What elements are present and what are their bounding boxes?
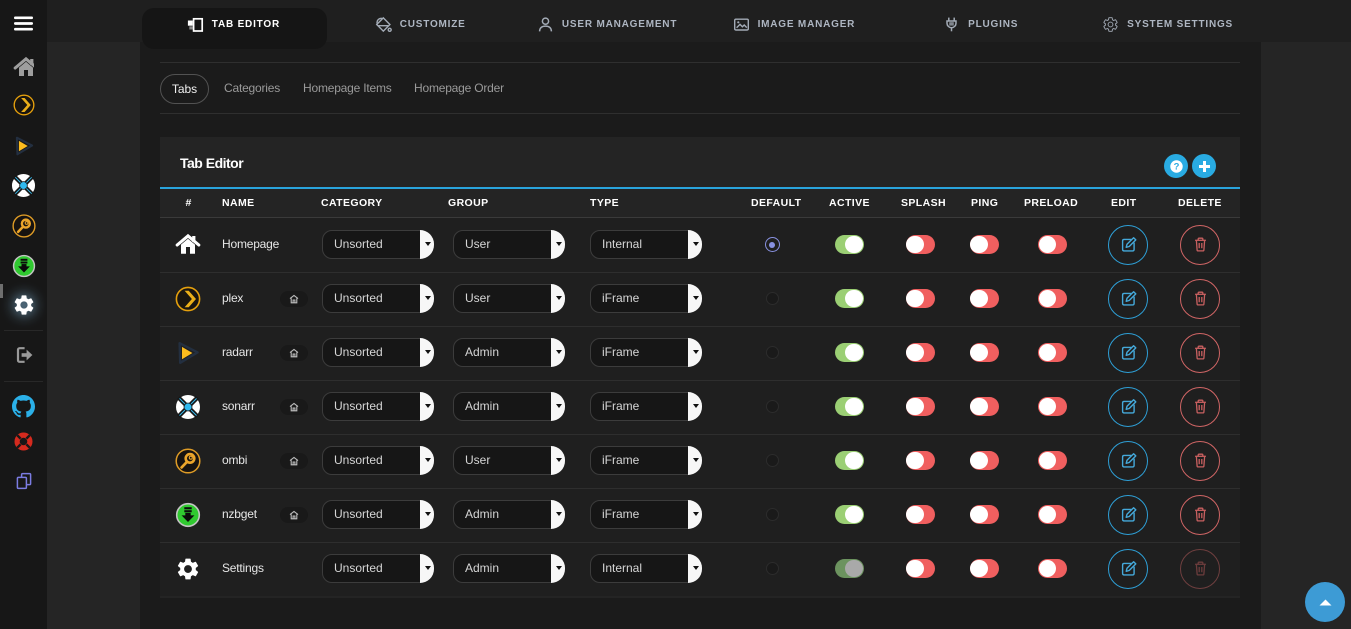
svg-text:?: ? [1173,161,1179,172]
